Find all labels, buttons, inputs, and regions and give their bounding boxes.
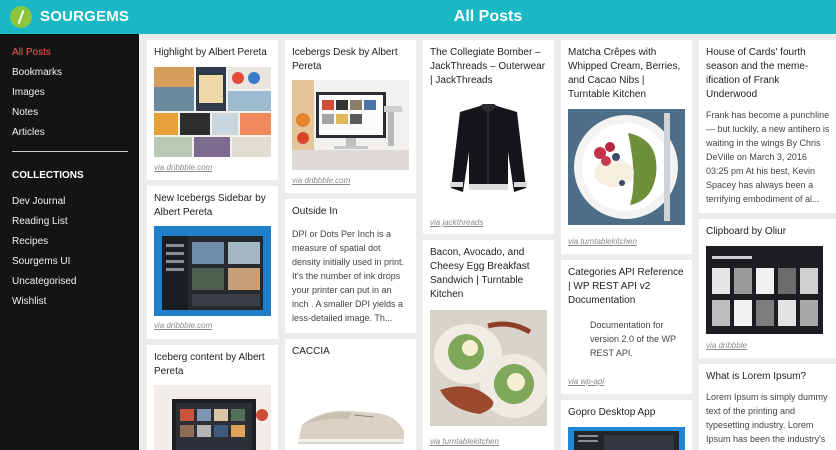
post-thumbnail [154,67,271,157]
post-title: New Icebergs Sidebar by Albert Pereta [154,193,266,218]
post-title: Iceberg content by Albert Pereta [154,352,265,377]
top-bar: SOURGEMS All Posts [0,0,836,34]
post-card[interactable]: Matcha Crêpes with Whipped Cream, Berrie… [561,40,692,254]
post-source-link[interactable]: via turntablekitchen [568,237,637,246]
post-excerpt: Documentation for version 2.0 of the WP … [590,320,676,358]
post-card[interactable]: Gopro Desktop App [561,400,692,450]
post-title: House of Cards' fourth season and the me… [706,47,809,100]
post-title: Outside In [292,206,338,217]
post-title: Clipboard by Oliur [706,226,787,237]
sidebar-item-all-posts[interactable]: All Posts [0,43,139,63]
post-source-link[interactable]: via dribbble.com [292,176,350,185]
post-card[interactable]: Bacon, Avocado, and Cheesy Egg Breakfast… [423,240,554,450]
collection-uncategorised[interactable]: Uncategorised [0,272,139,292]
collections-heading: COLLECTIONS [12,170,84,181]
post-title: What is Lorem Ipsum? [706,371,807,382]
post-thumbnail [154,385,271,450]
post-excerpt: DPI or Dots Per Inch is a measure of spa… [292,229,405,323]
sidebar-item-bookmarks[interactable]: Bookmarks [0,63,139,83]
sidebar-item-images[interactable]: Images [0,83,139,103]
collection-wishlist[interactable]: Wishlist [0,292,139,312]
post-excerpt: Lorem Ipsum is simply dummy text of the … [706,392,828,444]
post-title: CACCIA [292,346,330,357]
post-thumbnail [706,246,823,334]
post-thumbnail [154,226,271,316]
sidebar-item-articles[interactable]: Articles [0,123,139,143]
collection-dev-journal[interactable]: Dev Journal [0,192,139,212]
post-source-link[interactable]: via dribbble [706,341,747,350]
collections-list: Dev Journal Reading List Recipes Sourgem… [0,192,139,312]
sidebar-divider [12,151,128,152]
post-excerpt: Frank has become a punchline — but lucki… [706,110,830,204]
post-thumbnail [430,310,547,426]
sidebar-nav: All Posts Bookmarks Images Notes Article… [0,34,139,143]
post-title: The Collegiate Bomber – JackThreads – Ou… [430,47,546,86]
post-card[interactable]: New Icebergs Sidebar by Albert Pereta vi… [147,186,278,339]
post-card[interactable]: Highlight by Albert Pereta via dribbble.… [147,40,278,180]
post-title: Matcha Crêpes with Whipped Cream, Berrie… [568,47,681,100]
sidebar-item-notes[interactable]: Notes [0,103,139,123]
post-title: Icebergs Desk by Albert Pereta [292,47,398,72]
post-title: Gopro Desktop App [568,407,656,418]
post-title: Bacon, Avocado, and Cheesy Egg Breakfast… [430,247,530,300]
post-title: Categories API Reference | WP REST API v… [568,267,684,306]
sidebar: All Posts Bookmarks Images Notes Article… [0,34,139,450]
post-card[interactable]: Iceberg content by Albert Pereta [147,345,278,450]
post-card[interactable]: Icebergs Desk by Albert Pereta via dribb… [285,40,416,193]
brand-name[interactable]: SOURGEMS [40,8,129,25]
post-card[interactable]: What is Lorem Ipsum? Lorem Ipsum is simp… [699,364,836,450]
collection-sourgems-ui[interactable]: Sourgems UI [0,252,139,272]
post-source-link[interactable]: via turntablekitchen [430,437,499,446]
post-thumbnail [292,369,409,450]
post-source-link[interactable]: via jackthreads [430,218,483,227]
post-thumbnail [430,94,547,206]
post-card[interactable]: The Collegiate Bomber – JackThreads – Ou… [423,40,554,234]
post-thumbnail [568,427,685,450]
post-card[interactable]: Outside In DPI or Dots Per Inch is a mea… [285,199,416,333]
collection-reading-list[interactable]: Reading List [0,212,139,232]
post-card[interactable]: CACCIA [285,339,416,450]
post-card[interactable]: Clipboard by Oliur via dribbble [699,219,836,358]
post-source-link[interactable]: via dribbble.com [154,163,212,172]
sourgems-logo-icon[interactable] [10,6,32,28]
post-thumbnail [292,80,409,170]
post-card[interactable]: House of Cards' fourth season and the me… [699,40,836,213]
post-card[interactable]: Categories API Reference | WP REST API v… [561,260,692,394]
page-title: All Posts [453,8,523,25]
post-thumbnail [568,109,685,225]
post-title: Highlight by Albert Pereta [154,47,267,58]
post-source-link[interactable]: via dribbble.com [154,321,212,330]
collection-recipes[interactable]: Recipes [0,232,139,252]
post-source-link[interactable]: via wp-api [568,377,604,386]
